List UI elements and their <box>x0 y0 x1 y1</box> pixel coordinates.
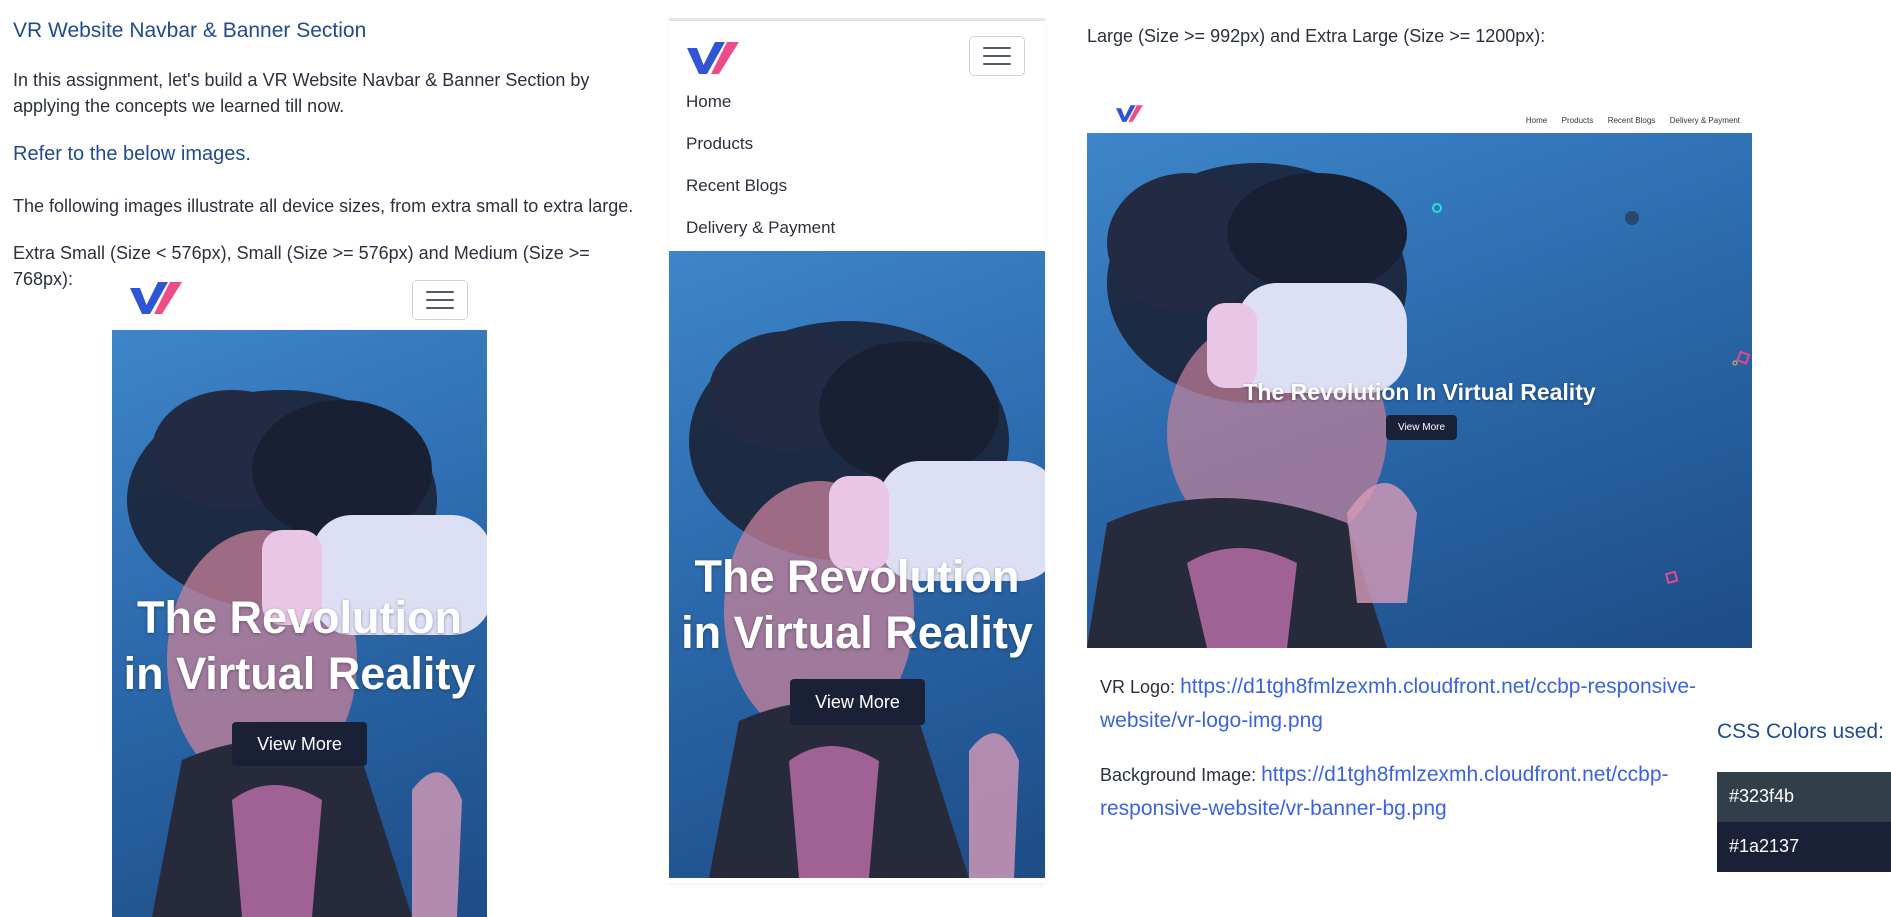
nav-item-delivery-payment[interactable]: Delivery & Payment <box>686 218 835 238</box>
page-title: VR Website Navbar & Banner Section <box>13 19 367 42</box>
logo-resource: VR Logo: https://d1tgh8fmlzexmh.cloudfro… <box>1100 670 1740 738</box>
color-swatch: #1a2137 <box>1717 822 1891 872</box>
vr-logo-icon <box>130 282 182 314</box>
view-more-button[interactable]: View More <box>232 722 367 766</box>
color-swatch: #323f4b <box>1717 772 1891 822</box>
menu-mockup-banner: The Revolution in Virtual Reality View M… <box>669 251 1045 878</box>
view-more-button[interactable]: View More <box>1386 415 1457 440</box>
bg-resource: Background Image: https://d1tgh8fmlzexmh… <box>1100 758 1740 826</box>
navbar-toggler-button[interactable] <box>412 280 468 320</box>
xs-banner: The Revolution in Virtual Reality View M… <box>112 330 487 917</box>
nav-item-products[interactable]: Products <box>686 134 753 154</box>
assignment-description: In this assignment, let's build a VR Web… <box>13 70 590 116</box>
large-sizes-label: Large (Size >= 992px) and Extra Large (S… <box>1087 26 1546 46</box>
nav-item-home[interactable]: Home <box>686 92 731 112</box>
navbar-toggler-button[interactable] <box>969 36 1025 76</box>
large-nav-links: Home Products Recent Blogs Delivery & Pa… <box>1516 110 1740 128</box>
vr-logo-icon <box>1116 105 1143 122</box>
banner-heading: The Revolution in Virtual Reality <box>681 551 1033 658</box>
nav-item-recent-blogs[interactable]: Recent Blogs <box>686 176 787 196</box>
large-banner: The Revolution In Virtual Reality View M… <box>1087 133 1752 648</box>
view-more-button[interactable]: View More <box>790 679 925 725</box>
css-colors-title: CSS Colors used: <box>1717 720 1884 743</box>
refer-heading: Refer to the below images. <box>13 143 251 165</box>
logo-url-link[interactable]: https://d1tgh8fmlzexmh.cloudfront.net/cc… <box>1100 675 1696 732</box>
banner-heading: The Revolution in Virtual Reality <box>123 592 476 699</box>
nav-link-recent-blogs[interactable]: Recent Blogs <box>1608 116 1656 125</box>
banner-heading: The Revolution In Virtual Reality <box>1243 379 1596 405</box>
device-sizes-text: The following images illustrate all devi… <box>13 196 634 216</box>
xs-navbar <box>112 270 487 330</box>
bg-resource-label: Background Image: <box>1100 765 1257 785</box>
nav-link-delivery-payment[interactable]: Delivery & Payment <box>1670 116 1740 125</box>
logo-resource-label: VR Logo: <box>1100 677 1176 697</box>
nav-link-home[interactable]: Home <box>1526 116 1547 125</box>
vr-logo-icon <box>687 42 739 74</box>
nav-link-products[interactable]: Products <box>1562 116 1594 125</box>
